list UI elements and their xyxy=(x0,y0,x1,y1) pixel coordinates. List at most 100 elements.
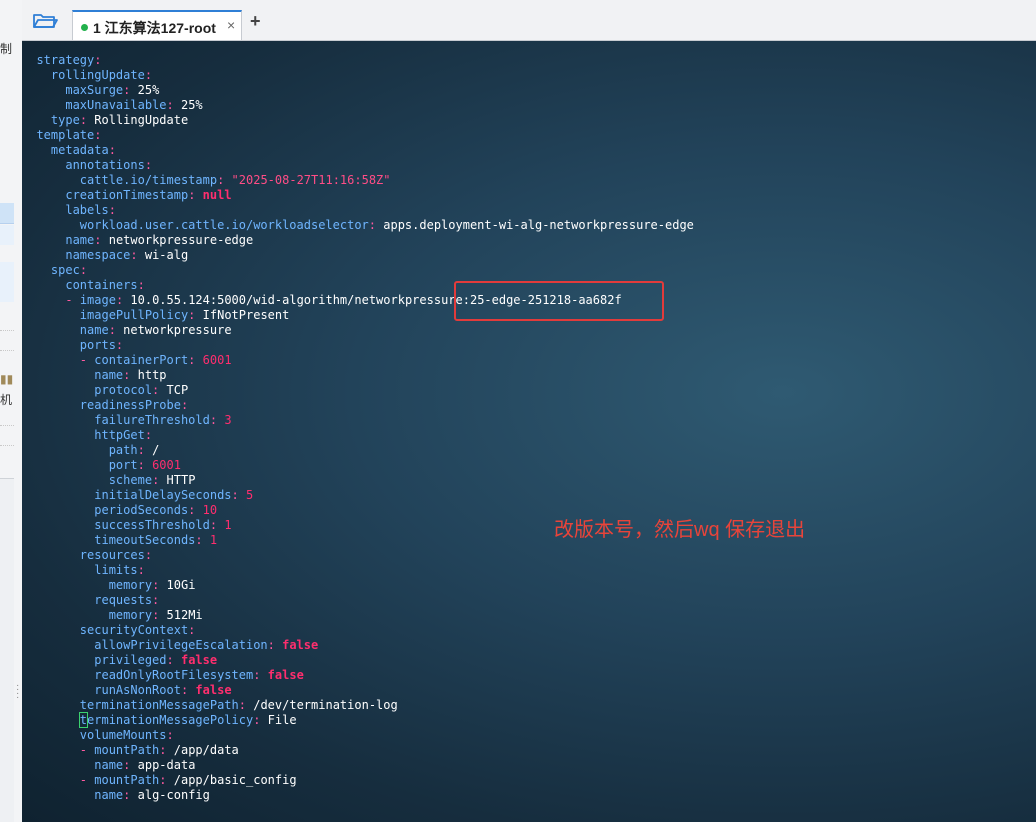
yaml-value: networkpressure xyxy=(123,323,232,337)
yaml-key: strategy xyxy=(36,53,95,67)
yaml-value: 512Mi xyxy=(166,608,203,622)
annotation-note: 改版本号，然后wq 保存退出 xyxy=(554,519,806,541)
left-sidebar: 制 ▮▮ 机 · · · · xyxy=(0,0,23,822)
terminal-line: requests: xyxy=(94,593,160,607)
terminal-line: labels: xyxy=(65,203,116,217)
yaml-key: terminationMessagePath xyxy=(79,698,239,712)
yaml-value: 1 xyxy=(209,533,218,547)
yaml-key: metadata xyxy=(50,143,109,157)
terminal-line: annotations: xyxy=(65,158,153,172)
sidebar-row[interactable] xyxy=(0,282,14,302)
sidebar-lower-panel xyxy=(0,478,14,822)
yaml-value: RollingUpdate xyxy=(94,113,189,127)
terminal-line: workload.user.cattle.io/workloadselector… xyxy=(79,218,694,232)
yaml-value: 25% xyxy=(137,83,160,97)
yaml-value: apps.deployment-wi-alg-networkpressure-e… xyxy=(383,218,694,232)
terminal-line: ports: xyxy=(79,338,124,352)
connected-status-dot xyxy=(81,24,88,31)
yaml-value: wi-alg xyxy=(144,248,189,262)
yaml-value: 25% xyxy=(180,98,203,112)
yaml-key: limits xyxy=(94,563,138,577)
yaml-key: scheme xyxy=(108,473,153,487)
yaml-key: initialDelaySeconds xyxy=(94,488,232,502)
terminal-line: namespace: wi-alg xyxy=(65,248,189,262)
terminal-line: allowPrivilegeEscalation: false xyxy=(94,638,319,652)
sidebar-row[interactable] xyxy=(0,225,14,245)
yaml-key: containerPort xyxy=(94,353,189,367)
terminal-line: initialDelaySeconds: 5 xyxy=(94,488,254,502)
yaml-key: periodSeconds xyxy=(94,503,189,517)
yaml-key: name xyxy=(94,368,124,382)
terminal-line: cattle.io/timestamp: "2025-08-27T11:16:5… xyxy=(79,173,391,187)
terminal-pane[interactable]: strategy: rollingUpdate: maxSurge: 25% m… xyxy=(22,41,1036,822)
terminal-line: resources: xyxy=(79,548,153,562)
yaml-key: namespace xyxy=(65,248,131,262)
terminal-line: creationTimestamp: null xyxy=(65,188,232,202)
sidebar-row[interactable] xyxy=(0,262,14,282)
yaml-key: ports xyxy=(79,338,116,352)
terminal-line: volumeMounts: xyxy=(79,728,174,742)
yaml-key: httpGet xyxy=(94,428,145,442)
yaml-value: 6001 xyxy=(202,353,232,367)
tab-session[interactable]: 1 江东算法127-root × xyxy=(72,10,242,40)
terminal-line: port: 6001 xyxy=(108,458,181,472)
yaml-value: 5 xyxy=(246,488,254,502)
terminal-line: spec: xyxy=(50,263,88,277)
yaml-value: HTTP xyxy=(166,473,196,487)
terminal-line: securityContext: xyxy=(79,623,196,637)
terminal-output: strategy: rollingUpdate: maxSurge: 25% m… xyxy=(22,53,694,803)
yaml-value: /dev/termination-log xyxy=(253,698,398,712)
terminal-line: - mountPath: /app/basic_config xyxy=(79,773,297,787)
terminal-line: readinessProbe: xyxy=(79,398,189,412)
yaml-key: securityContext xyxy=(79,623,189,637)
yaml-value: alg-config xyxy=(137,788,210,802)
terminal-line: httpGet: xyxy=(94,428,153,442)
terminal-line: strategy: xyxy=(36,53,102,67)
yaml-key: name xyxy=(79,323,109,337)
terminal-line: path: / xyxy=(108,443,160,457)
yaml-key: maxUnavailable xyxy=(65,98,167,112)
tab-title: 1 江东算法127-root xyxy=(93,20,216,36)
yaml-key: cattle.io/timestamp xyxy=(79,173,218,187)
yaml-value: 10Gi xyxy=(166,578,196,592)
folder-icon[interactable] xyxy=(32,12,58,30)
terminal-line: name: networkpressure xyxy=(79,323,232,337)
terminal-line: memory: 10Gi xyxy=(108,578,196,592)
yaml-key: workload.user.cattle.io/workloadselector xyxy=(79,218,369,232)
yaml-value: app-data xyxy=(137,758,196,772)
terminal-line: name: networkpressure-edge xyxy=(65,233,254,247)
terminal-line: name: alg-config xyxy=(94,788,210,802)
yaml-key: memory xyxy=(108,578,153,592)
divider xyxy=(0,445,14,446)
terminal-line: failureThreshold: 3 xyxy=(94,413,232,427)
yaml-value: 3 xyxy=(224,413,232,427)
close-icon[interactable]: × xyxy=(227,17,235,33)
terminal-line: limits: xyxy=(94,563,145,577)
yaml-key: privileged xyxy=(94,653,167,667)
yaml-key: image xyxy=(79,293,116,307)
yaml-key: name xyxy=(94,788,124,802)
terminal-line: type: RollingUpdate xyxy=(50,113,189,127)
divider xyxy=(0,350,14,351)
yaml-key: terminationMessagePolicy xyxy=(78,712,254,728)
yaml-key: path xyxy=(108,443,138,457)
yaml-key: memory xyxy=(108,608,153,622)
yaml-key: volumeMounts xyxy=(79,728,167,742)
terminal-line: name: http xyxy=(94,368,167,382)
resize-grip-icon[interactable]: · · · · xyxy=(16,681,19,703)
yaml-value: 1 xyxy=(224,518,232,532)
yaml-key: imagePullPolicy xyxy=(79,308,189,322)
terminal-line: terminationMessagePolicy: File xyxy=(78,712,297,728)
yaml-key: annotations xyxy=(65,158,145,172)
yaml-key: protocol xyxy=(94,383,153,397)
terminal-line: maxUnavailable: 25% xyxy=(65,98,203,112)
sidebar-text-top: 制 xyxy=(0,42,13,56)
terminal-line: readOnlyRootFilesystem: false xyxy=(94,668,304,682)
sidebar-selected-row[interactable] xyxy=(0,203,14,224)
yaml-key: rollingUpdate xyxy=(50,68,145,82)
yaml-key: resources xyxy=(79,548,145,562)
yaml-key: name xyxy=(94,758,124,772)
yaml-value: false xyxy=(267,668,304,682)
yaml-value: "2025-08-27T11:16:58Z" xyxy=(231,173,391,187)
add-tab-icon[interactable]: + xyxy=(250,12,261,30)
